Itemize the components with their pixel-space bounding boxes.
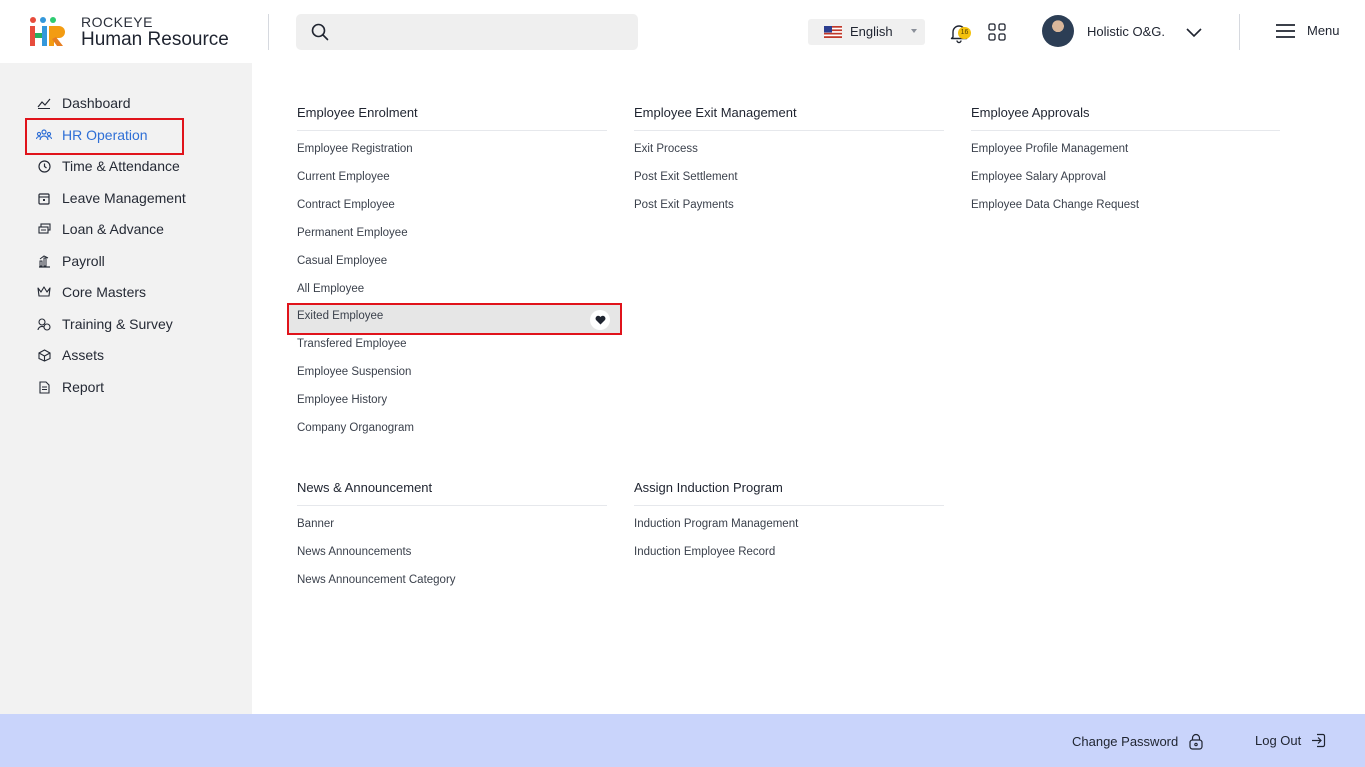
sidebar-item-dashboard[interactable]: Dashboard <box>36 91 131 115</box>
sidebar-item-time-attendance[interactable]: Time & Attendance <box>36 154 180 178</box>
hamburger-menu-icon[interactable] <box>1276 24 1295 38</box>
cube-icon <box>36 347 52 363</box>
logout-icon <box>1312 733 1326 748</box>
link-post-exit-settlement[interactable]: Post Exit Settlement <box>634 171 738 183</box>
caret-down-icon <box>911 29 917 33</box>
training-icon <box>36 316 52 332</box>
link-news-announcement-category[interactable]: News Announcement Category <box>297 574 456 586</box>
sidebar-item-label: Training & Survey <box>62 316 173 332</box>
link-employee-history[interactable]: Employee History <box>297 394 387 406</box>
header-divider-right <box>1239 14 1240 50</box>
sidebar-item-assets[interactable]: Assets <box>36 343 104 367</box>
crown-icon <box>36 284 52 300</box>
avatar[interactable] <box>1042 15 1074 47</box>
logout-label: Log Out <box>1255 733 1302 748</box>
link-banner[interactable]: Banner <box>297 518 334 530</box>
brand: ROCKEYE Human Resource <box>81 14 229 50</box>
sidebar-item-label: Time & Attendance <box>62 158 180 174</box>
section-divider <box>971 130 1280 131</box>
link-permanent-employee[interactable]: Permanent Employee <box>297 227 408 239</box>
user-name[interactable]: Holistic O&G. <box>1087 24 1165 39</box>
sidebar-item-report[interactable]: Report <box>36 375 104 399</box>
hovered-row-highlight <box>287 303 622 335</box>
payroll-icon <box>36 253 52 269</box>
header-divider <box>268 14 269 50</box>
language-label: English <box>850 24 893 39</box>
link-induction-employee-record[interactable]: Induction Employee Record <box>634 546 775 558</box>
link-post-exit-payments[interactable]: Post Exit Payments <box>634 199 734 211</box>
apps-grid-icon[interactable] <box>988 23 1006 41</box>
sidebar-item-leave-management[interactable]: Leave Management <box>36 186 186 210</box>
notification-badge: 16 <box>958 27 971 39</box>
search-icon <box>311 23 329 41</box>
brand-main-text: Human Resource <box>81 29 229 50</box>
link-employee-data-change-request[interactable]: Employee Data Change Request <box>971 199 1139 211</box>
brand-top-text: ROCKEYE <box>81 14 153 30</box>
calendar-icon <box>36 190 52 206</box>
link-contract-employee[interactable]: Contract Employee <box>297 199 395 211</box>
top-header: ROCKEYE Human Resource English 16 Holist… <box>0 0 1365 63</box>
money-stack-icon <box>36 221 52 237</box>
section-title-news: News & Announcement <box>297 480 433 495</box>
sidebar-item-label: Assets <box>62 347 105 363</box>
sidebar-item-core-masters[interactable]: Core Masters <box>36 280 146 304</box>
link-induction-program-management[interactable]: Induction Program Management <box>634 518 798 530</box>
change-password-label: Change Password <box>1072 734 1179 749</box>
sidebar-item-training-survey[interactable]: Training & Survey <box>36 312 173 336</box>
link-news-announcements[interactable]: News Announcements <box>297 546 411 558</box>
document-icon <box>36 379 52 395</box>
chevron-down-icon[interactable] <box>1185 26 1203 38</box>
link-employee-registration[interactable]: Employee Registration <box>297 143 413 155</box>
section-divider <box>634 130 944 131</box>
sidebar-item-label: Leave Management <box>62 190 186 206</box>
link-employee-suspension[interactable]: Employee Suspension <box>297 366 411 378</box>
lock-icon <box>1189 733 1203 750</box>
link-all-employee[interactable]: All Employee <box>297 283 364 295</box>
link-casual-employee[interactable]: Casual Employee <box>297 255 387 267</box>
active-item-highlight <box>25 118 184 155</box>
logout-button[interactable]: Log Out <box>1255 733 1326 748</box>
company-logo[interactable] <box>29 16 65 48</box>
chart-line-icon <box>36 95 52 111</box>
footer-bar: Change Password Log Out <box>0 714 1365 767</box>
section-title-exit: Employee Exit Management <box>634 105 797 120</box>
sidebar-item-label: Loan & Advance <box>62 221 164 237</box>
link-current-employee[interactable]: Current Employee <box>297 171 390 183</box>
section-divider <box>634 505 944 506</box>
link-employee-salary-approval[interactable]: Employee Salary Approval <box>971 171 1106 183</box>
sidebar-item-label: Payroll <box>62 253 105 269</box>
section-divider <box>297 130 607 131</box>
menu-label[interactable]: Menu <box>1307 23 1340 38</box>
sidebar-item-loan-advance[interactable]: Loan & Advance <box>36 217 164 241</box>
clock-icon <box>36 158 52 174</box>
sidebar-item-label: Report <box>62 379 105 395</box>
change-password-button[interactable]: Change Password <box>1072 733 1204 750</box>
sidebar-item-label: Core Masters <box>62 284 147 300</box>
search-box[interactable] <box>296 14 638 50</box>
section-title-approvals: Employee Approvals <box>971 105 1090 120</box>
link-exit-process[interactable]: Exit Process <box>634 143 698 155</box>
section-title-enrolment: Employee Enrolment <box>297 105 418 120</box>
link-employee-profile-management[interactable]: Employee Profile Management <box>971 143 1128 155</box>
link-company-organogram[interactable]: Company Organogram <box>297 422 414 434</box>
us-flag-icon <box>824 26 842 38</box>
section-title-induction: Assign Induction Program <box>634 480 783 495</box>
link-transfered-employee[interactable]: Transfered Employee <box>297 338 407 350</box>
search-input[interactable] <box>340 14 630 50</box>
sidebar-item-payroll[interactable]: Payroll <box>36 249 105 273</box>
language-select[interactable]: English <box>808 19 925 45</box>
section-divider <box>297 505 607 506</box>
sidebar-item-label: Dashboard <box>62 95 131 111</box>
